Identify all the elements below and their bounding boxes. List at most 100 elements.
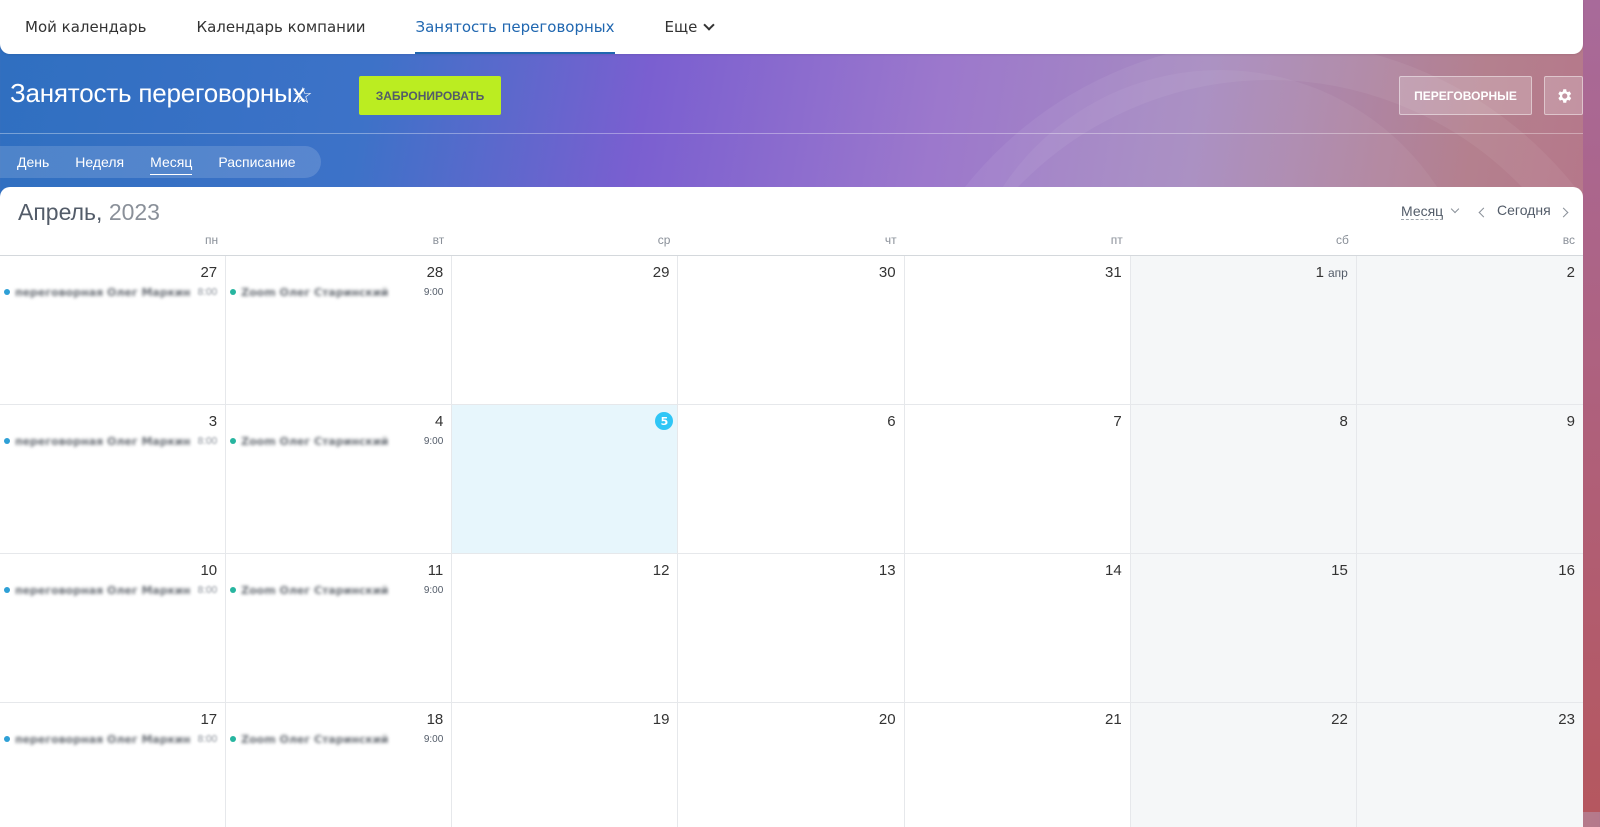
day-cell[interactable]: 7 [904,405,1131,554]
day-cell[interactable]: 2 [1356,256,1583,405]
today-day-number: 5 [655,412,674,430]
day-number-value: 22 [1331,711,1348,728]
weekday-header: пн вт ср чт пт сб вс [0,233,1583,256]
day-number: 3 [209,413,217,430]
day-number: 6 [887,413,895,430]
calendar-panel: Апрель, 2023 Месяц Сегодня пн вт ср чт п… [0,187,1583,827]
month-start-label: апр [1327,266,1348,280]
event-time: 8:00 [197,286,218,298]
day-cell[interactable]: 30 [678,256,905,405]
event-title: Zoom Олег Старинский [241,285,389,299]
day-cell[interactable]: 21 [905,703,1131,827]
settings-button[interactable] [1544,76,1583,115]
scrollbar-strip [1583,0,1600,812]
calendar-event[interactable]: переговорная Олег Маркин 8:00 [4,583,217,597]
month-year: 2023 [108,199,160,225]
calendar-event[interactable]: Zoom Олег Старинский 9:00 [230,583,443,597]
tab-day[interactable]: День [4,154,62,170]
day-number-value: 3 [208,413,218,430]
day-number-value: 15 [1331,562,1348,579]
day-cell[interactable]: 6 [678,405,905,554]
day-cell[interactable]: 11 Zoom Олег Старинский 9:00 [226,554,453,703]
tab-month[interactable]: Месяц [137,154,205,175]
day-cell[interactable]: 5 [452,405,679,554]
calendar-event[interactable]: переговорная Олег Маркин 8:00 [4,285,217,299]
event-time: 9:00 [423,286,444,298]
day-cell[interactable]: 15 [1130,554,1357,703]
nav-my-calendar[interactable]: Мой календарь [0,0,171,54]
calendar-event[interactable]: переговорная Олег Маркин 8:00 [4,434,217,448]
day-number: 11 [428,562,444,579]
day-cell[interactable]: 19 [452,703,679,827]
day-cell[interactable]: 31 [904,256,1131,405]
day-number-value: 16 [1558,562,1575,579]
star-icon[interactable]: ☆ [293,84,313,109]
day-number-value: 19 [652,711,670,728]
today-button[interactable]: Сегодня [1497,202,1551,218]
event-time: 8:00 [197,435,218,447]
day-number-value: 29 [652,264,670,281]
meeting-rooms-button[interactable]: ПЕРЕГОВОРНЫЕ [1399,76,1532,115]
day-number-value: 8 [1339,413,1348,430]
day-cell[interactable]: 3 переговорная Олег Маркин 8:00 [0,405,227,554]
event-dot-icon [230,289,237,295]
event-title: переговорная Олег Маркин [15,732,191,746]
calendar-event[interactable]: Zoom Олег Старинский 9:00 [230,434,443,448]
day-cell[interactable]: 22 [1130,703,1357,827]
day-cell[interactable]: 29 [452,256,679,405]
chevron-down-icon [1450,204,1460,214]
event-title: переговорная Олег Маркин [15,434,191,448]
day-number: 4 [435,413,443,430]
event-dot-icon [230,736,237,742]
event-time: 9:00 [423,584,444,596]
day-cell[interactable]: 9 [1356,405,1583,554]
month-title: Апрель, 2023 [18,199,160,226]
day-number-value: 27 [200,264,218,281]
day-cell[interactable]: 23 [1356,703,1583,827]
day-number: 29 [653,264,670,281]
day-number-value: 14 [1105,562,1122,579]
tab-schedule[interactable]: Расписание [205,154,308,170]
day-number: 27 [200,264,217,281]
day-number: 14 [1105,562,1122,579]
day-cell[interactable]: 4 Zoom Олег Старинский 9:00 [226,405,453,554]
chevron-left-icon[interactable] [1478,207,1489,218]
day-cell[interactable]: 8 [1130,405,1357,554]
day-number: 16 [1558,562,1575,579]
weekday-label: пт [1110,233,1123,247]
day-cell[interactable]: 18 Zoom Олег Старинский 9:00 [226,703,453,827]
calendar-event[interactable]: Zoom Олег Старинский 9:00 [230,285,443,299]
nav-company-calendar[interactable]: Календарь компании [171,0,390,54]
day-cell[interactable]: 13 [678,554,905,703]
day-number-value: 31 [1105,264,1122,281]
day-cell[interactable]: 27 переговорная Олег Маркин 8:00 [0,256,227,405]
day-number: 7 [1113,413,1121,430]
nav-room-occupancy[interactable]: Занятость переговорных [390,0,639,54]
day-cell[interactable]: 16 [1356,554,1583,703]
day-cell[interactable]: 28 Zoom Олег Старинский 9:00 [226,256,453,405]
day-number-value: 13 [878,562,896,579]
event-dot-icon [4,587,10,593]
day-number-value: 28 [426,264,444,281]
day-cell[interactable]: 12 [452,554,679,703]
calendar-event[interactable]: переговорная Олег Маркин 8:00 [4,732,217,746]
event-title: Zoom Олег Старинский [241,732,389,746]
event-time: 8:00 [197,733,218,745]
day-cell[interactable]: 1 апр [1130,256,1357,405]
tab-week[interactable]: Неделя [62,154,137,170]
event-time: 9:00 [423,435,444,447]
book-button[interactable]: ЗАБРОНИРОВАТЬ [359,76,501,115]
header-divider [0,133,1583,134]
day-cell[interactable]: 20 [678,703,905,827]
view-mode-select[interactable]: Месяц [1401,203,1444,220]
day-cell[interactable]: 17 переговорная Олег Маркин 8:00 [0,703,227,827]
calendar-event[interactable]: Zoom Олег Старинский 9:00 [230,732,443,746]
nav-more[interactable]: Еще [640,0,739,54]
top-navigation: Мой календарь Календарь компании Занятос… [0,0,1583,54]
day-cell[interactable]: 14 [904,554,1131,703]
day-number-value: 7 [1113,413,1122,430]
day-number-value: 1 [1315,264,1324,281]
chevron-right-icon[interactable] [1558,207,1569,218]
day-cell[interactable]: 10 переговорная Олег Маркин 8:00 [0,554,227,703]
event-dot-icon [4,438,10,444]
